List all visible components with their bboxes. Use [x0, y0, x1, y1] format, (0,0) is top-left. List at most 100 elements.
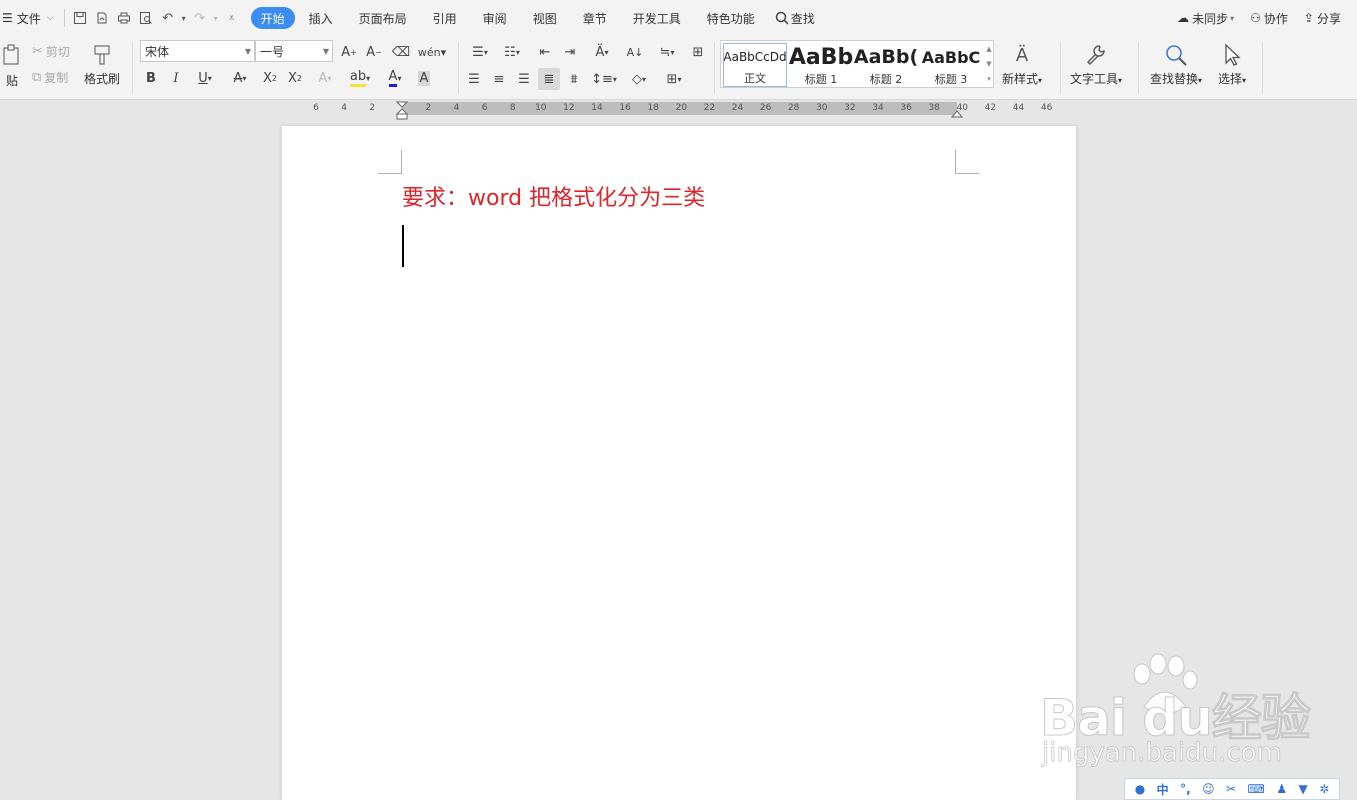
skin-icon[interactable]: ▼: [1299, 782, 1308, 796]
document-text-line[interactable]: 要求：word 把格式化分为三类: [402, 180, 705, 212]
right-indent-marker-icon[interactable]: [951, 106, 963, 118]
cut-button[interactable]: ✂ 剪切: [32, 42, 70, 60]
tab-chapter[interactable]: 章节: [571, 7, 619, 29]
ruler-tick-label: 46: [1040, 103, 1053, 113]
numbered-list-icon[interactable]: ☷ ▾: [498, 42, 526, 62]
subscript-icon[interactable]: X2: [284, 68, 306, 88]
search-button[interactable]: 查找: [769, 6, 821, 30]
select-label: 选择: [1218, 72, 1243, 86]
paste-button[interactable]: 贴: [0, 40, 24, 92]
user-add-icon: ⚇: [1250, 11, 1261, 25]
new-style-button[interactable]: Ä 新样式▾: [1002, 40, 1042, 87]
customize-toolbar-icon[interactable]: ⩡: [221, 7, 243, 29]
font-name-select[interactable]: 宋体 ▼: [140, 40, 255, 62]
text-tools-button[interactable]: 文字工具▾: [1070, 40, 1122, 87]
tab-special-features[interactable]: 特色功能: [695, 7, 767, 29]
ime-toolbar: ● 中 °, ☺ ✂ ⌨ ♟ ▼ ✲: [1124, 778, 1340, 800]
strikethrough-icon[interactable]: A ▾: [226, 68, 254, 88]
increase-font-icon[interactable]: A +: [338, 42, 360, 62]
find-replace-button[interactable]: 查找替换▾: [1150, 40, 1202, 87]
gallery-scroll[interactable]: ▲ ▼ ▾: [984, 41, 994, 87]
expand-icon[interactable]: ▾: [987, 75, 991, 83]
font-size-select[interactable]: 一号 ▼: [255, 40, 333, 62]
sort-icon[interactable]: A↓: [624, 42, 646, 62]
chevron-up-icon[interactable]: ▲: [986, 45, 991, 53]
file-menu[interactable]: ☰ 文件 ⌵: [0, 6, 60, 30]
style-heading-1[interactable]: AaBb 标题 1: [789, 43, 853, 87]
align-right-icon[interactable]: ☰: [513, 68, 535, 90]
bold-icon[interactable]: B: [141, 68, 161, 88]
font-size-value: 一号: [260, 44, 285, 59]
save-icon[interactable]: [69, 7, 91, 29]
format-painter-button[interactable]: 格式刷: [84, 40, 120, 87]
decrease-font-icon[interactable]: A −: [363, 42, 385, 62]
align-left-icon[interactable]: ☰: [463, 68, 485, 90]
ime-logo-icon[interactable]: ●: [1135, 782, 1145, 796]
collaborate-button[interactable]: ⚇ 协作: [1244, 6, 1294, 30]
decrease-indent-icon[interactable]: ⇤: [534, 42, 556, 62]
font-color-icon[interactable]: A ▾: [381, 68, 409, 88]
scissors-icon[interactable]: ✂: [1226, 782, 1236, 796]
tab-view[interactable]: 视图: [521, 7, 569, 29]
tab-insert[interactable]: 插入: [297, 7, 345, 29]
bullet-list-icon[interactable]: ☰ ▾: [466, 42, 494, 62]
print-preview-icon[interactable]: [135, 7, 157, 29]
underline-icon[interactable]: U ▾: [191, 68, 219, 88]
line-spacing-icon[interactable]: ↕≡ ▾: [590, 68, 618, 90]
style-name: 标题 1: [804, 73, 838, 86]
redo-icon[interactable]: ↷: [189, 7, 211, 29]
justify-icon[interactable]: ≣: [538, 68, 560, 90]
tab-review[interactable]: 审阅: [471, 7, 519, 29]
emoji-icon[interactable]: ☺: [1202, 782, 1215, 796]
align-center-icon[interactable]: ≡: [488, 68, 510, 90]
ruler-tick-label: 34: [872, 103, 884, 113]
ruler-tick-label: 4: [453, 103, 460, 113]
tab-page-layout[interactable]: 页面布局: [347, 7, 419, 29]
keyboard-icon[interactable]: ⌨: [1248, 782, 1265, 796]
superscript-icon[interactable]: X2: [259, 68, 281, 88]
cursor-icon: [1222, 40, 1242, 70]
chevron-down-icon: ▾: [1242, 76, 1247, 85]
phonetic-guide-icon[interactable]: wén▾: [418, 42, 446, 62]
tab-developer[interactable]: 开发工具: [621, 7, 693, 29]
chevron-down-icon[interactable]: ▾: [211, 7, 221, 29]
tab-references[interactable]: 引用: [421, 7, 469, 29]
settings-icon[interactable]: ✲: [1319, 782, 1329, 796]
style-normal[interactable]: AaBbCcDd 正文: [723, 43, 787, 87]
clear-format-icon[interactable]: ⌫: [390, 42, 412, 62]
char-shading-icon[interactable]: A: [414, 68, 434, 88]
table-border-icon[interactable]: ⊞: [687, 42, 709, 62]
borders-icon[interactable]: ⊞ ▾: [660, 68, 688, 90]
select-button[interactable]: 选择▾: [1218, 40, 1246, 87]
indent-marker-icon[interactable]: [396, 101, 408, 121]
highlight-icon[interactable]: ab ▾: [346, 68, 374, 88]
print-icon[interactable]: [113, 7, 135, 29]
paste-icon: [3, 44, 19, 64]
italic-icon[interactable]: I: [166, 68, 186, 88]
share-icon: ⇪: [1303, 11, 1314, 25]
collaborate-label: 协作: [1263, 11, 1288, 26]
increase-indent-icon[interactable]: ⇥: [559, 42, 581, 62]
undo-icon[interactable]: ↶: [157, 7, 179, 29]
show-marks-icon[interactable]: ≒ ▾: [653, 42, 681, 62]
shading-icon[interactable]: ◇ ▾: [625, 68, 653, 90]
find-replace-label: 查找替换: [1150, 72, 1199, 86]
copy-button[interactable]: ⧉ 复制: [32, 68, 68, 86]
horizontal-ruler[interactable]: 6 4 2 2 4 6 8 10 12 14 16 18 20 22 24 26 28 30 32 34 36 38 40 4…: [0, 100, 1357, 121]
style-heading-2[interactable]: AaBb( 标题 2: [854, 43, 918, 87]
chevron-down-icon[interactable]: ▼: [986, 60, 991, 68]
punctuation-icon[interactable]: °,: [1180, 782, 1191, 796]
style-heading-3[interactable]: AaBbC 标题 3: [919, 43, 983, 87]
document-page[interactable]: 要求：word 把格式化分为三类: [282, 126, 1076, 800]
export-pdf-icon[interactable]: [91, 7, 113, 29]
chinese-layout-icon[interactable]: Ä ▾: [588, 42, 616, 62]
share-button[interactable]: ⇪ 分享: [1298, 6, 1347, 30]
sync-button[interactable]: ☁ 未同步 ▾: [1171, 6, 1240, 30]
text-effect-icon[interactable]: A ▾: [311, 68, 339, 88]
distribute-icon[interactable]: ⩩: [563, 68, 585, 90]
chevron-down-icon[interactable]: ▾: [179, 7, 189, 29]
chevron-down-icon: ▾: [1230, 13, 1235, 23]
tab-home[interactable]: 开始: [250, 7, 295, 29]
ime-language-toggle[interactable]: 中: [1157, 781, 1169, 798]
user-icon[interactable]: ♟: [1276, 782, 1287, 796]
